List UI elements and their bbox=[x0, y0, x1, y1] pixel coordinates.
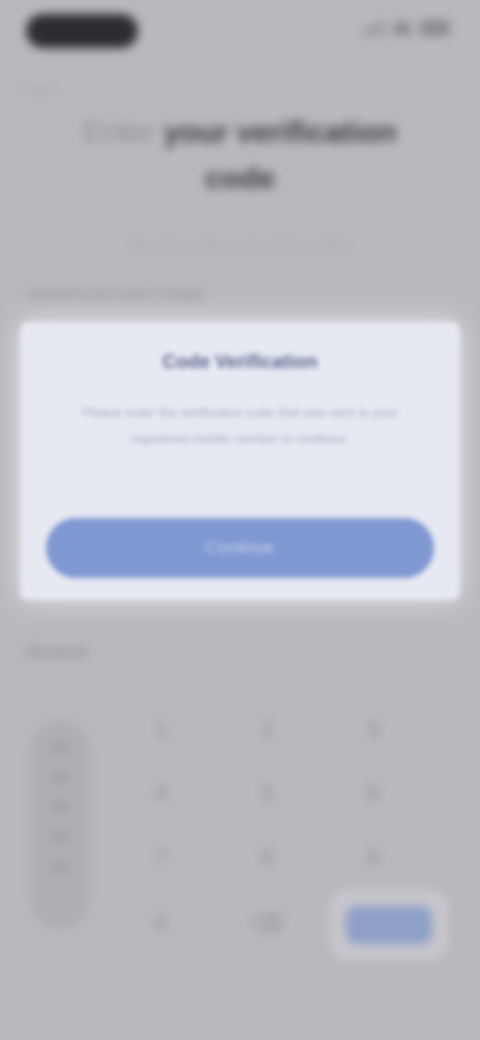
page-title-line2: code bbox=[204, 162, 276, 195]
key-7[interactable]: 7 bbox=[136, 838, 186, 878]
page-title-accent: Enter bbox=[83, 116, 155, 149]
key-6[interactable]: 6 bbox=[348, 774, 398, 814]
page-subtitle: We sent a code to your phone number bbox=[129, 238, 351, 253]
done-key-fill bbox=[346, 906, 432, 944]
dialog-title: Code Verification bbox=[162, 352, 318, 373]
key-4[interactable]: 4 bbox=[136, 774, 186, 814]
dialog-body: Please enter the verification code that … bbox=[82, 405, 398, 446]
key-1[interactable]: 1 bbox=[136, 710, 186, 750]
status-bar: 9:41 bbox=[0, 0, 480, 70]
key-2[interactable]: 2 bbox=[242, 710, 292, 750]
status-time: 9:41 bbox=[26, 14, 138, 48]
key-3[interactable]: 3 bbox=[348, 710, 398, 750]
done-key[interactable] bbox=[330, 890, 448, 960]
backspace-key[interactable]: ⌫ bbox=[242, 904, 292, 944]
status-icons bbox=[362, 20, 450, 36]
section-label: VERIFICATION CODE bbox=[26, 288, 205, 305]
signal-icon bbox=[362, 21, 384, 35]
verification-dialog: Code Verification Please enter the verif… bbox=[20, 322, 460, 600]
keypad-side-column[interactable] bbox=[30, 720, 90, 930]
battery-icon bbox=[420, 20, 450, 36]
back-button[interactable]: Back bbox=[24, 80, 55, 96]
page-title: Enter your verification code bbox=[0, 110, 480, 202]
keypad: 1 2 3 4 5 6 7 8 9 0 ⌫ bbox=[0, 680, 480, 1000]
continue-button[interactable]: Continue bbox=[46, 518, 434, 578]
key-9[interactable]: 9 bbox=[348, 838, 398, 878]
key-5[interactable]: 5 bbox=[242, 774, 292, 814]
page-title-main: your verification bbox=[163, 116, 397, 149]
wifi-icon bbox=[392, 21, 412, 35]
resend-link[interactable]: Resend bbox=[26, 642, 88, 663]
key-8[interactable]: 8 bbox=[242, 838, 292, 878]
key-0[interactable]: 0 bbox=[136, 904, 186, 944]
